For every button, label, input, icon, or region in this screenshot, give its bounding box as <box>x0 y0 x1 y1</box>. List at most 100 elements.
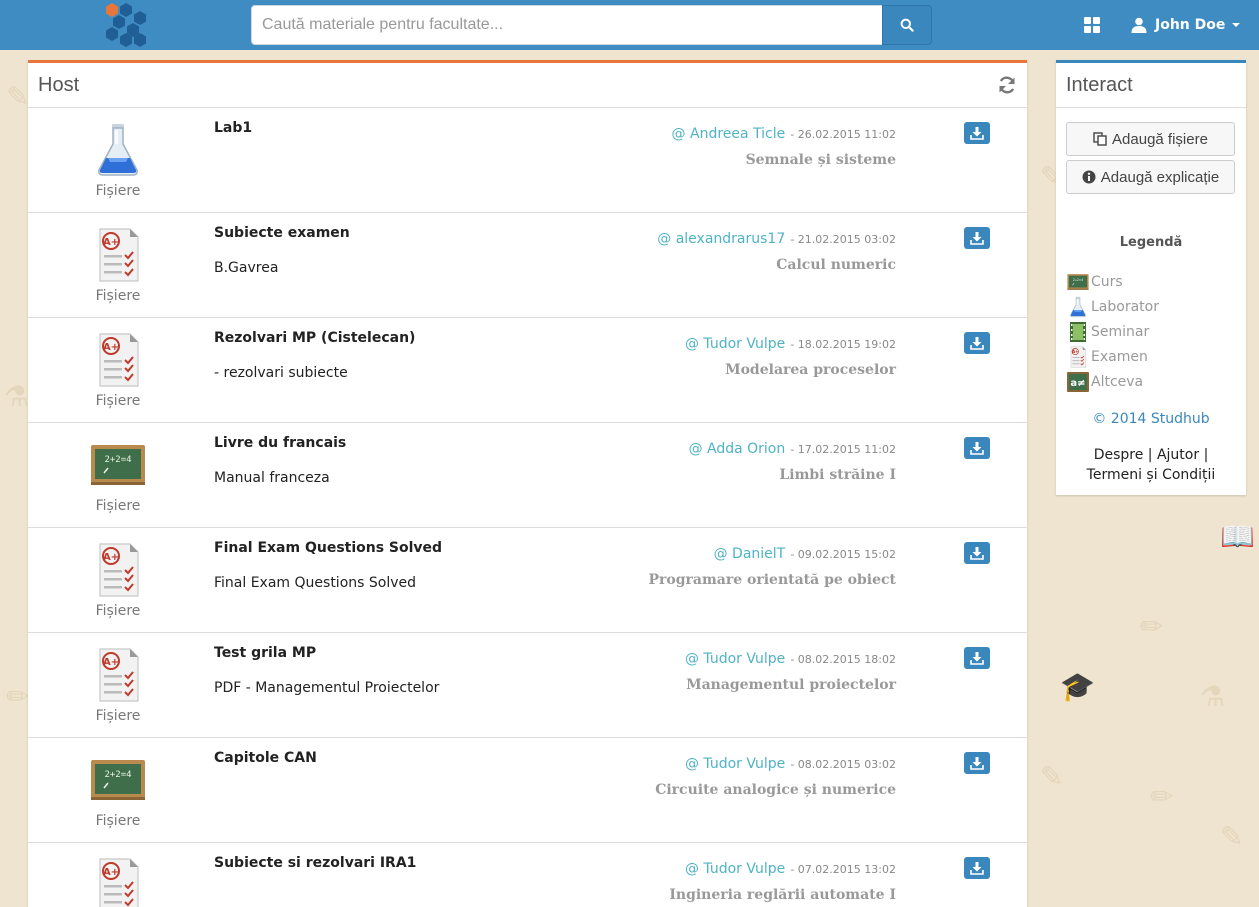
material-title[interactable]: Capitole CAN <box>214 750 317 766</box>
exam-sheet-icon: A+ <box>1066 346 1090 368</box>
search-input[interactable] <box>251 5 883 45</box>
panel-header: Host <box>28 63 1027 108</box>
legend-label: Seminar <box>1091 324 1150 340</box>
search-button[interactable] <box>882 5 932 45</box>
svg-text:2+2=4: 2+2=4 <box>104 770 131 780</box>
svg-text:2+2=4: 2+2=4 <box>104 455 131 465</box>
material-row[interactable]: A+ Fișiere Final Exam Questions Solved Fina… <box>28 528 1027 633</box>
chalkboard-icon[interactable]: 2+2=4 <box>90 752 146 808</box>
subject-link[interactable]: Programare orientată pe obiect <box>648 572 896 588</box>
material-type-label: Fișiere <box>95 183 141 199</box>
material-description: PDF - Managementul Proiectelor <box>214 680 440 696</box>
svg-text:2+2=4: 2+2=4 <box>1073 278 1084 282</box>
refresh-icon[interactable] <box>997 75 1017 95</box>
legend-label: Examen <box>1091 349 1148 365</box>
material-type-label: Fișiere <box>95 813 141 829</box>
exam-sheet-icon[interactable]: A+ <box>90 542 146 598</box>
chalkboard-icon[interactable]: 2+2=4 <box>90 437 146 493</box>
background-doodle: ✏ <box>1150 780 1174 813</box>
download-button[interactable] <box>964 647 990 669</box>
subject-link[interactable]: Semnale și sisteme <box>746 152 896 168</box>
subject-link[interactable]: Managementul proiectelor <box>686 677 896 693</box>
download-button[interactable] <box>964 122 990 144</box>
material-description: Final Exam Questions Solved <box>214 575 417 591</box>
material-row[interactable]: A+FișiereSubiecte si rezolvari IRA1@ Tud… <box>28 843 1027 907</box>
author-link[interactable]: @ Adda Orion <box>689 441 786 457</box>
background-doodle: ⚗ <box>1200 680 1226 713</box>
about-link[interactable]: Despre <box>1094 447 1144 463</box>
material-row[interactable]: Fișiere Lab1 @ Andreea Ticle - 26.02.2015 … <box>28 108 1027 213</box>
background-doodle: ✎ <box>1040 760 1064 793</box>
author-link[interactable]: @ Tudor Vulpe <box>685 651 785 667</box>
add-files-button[interactable]: Adaugă fișiere <box>1066 122 1235 156</box>
download-icon <box>970 232 984 245</box>
author-link[interactable]: @ alexandrarus17 <box>657 231 785 247</box>
link-separator: | <box>1147 447 1153 463</box>
exam-sheet-icon[interactable]: A+ <box>90 857 146 907</box>
upload-date: - 08.02.2015 18:02 <box>790 653 896 666</box>
laboratory-flask-icon[interactable] <box>90 122 146 178</box>
material-type-label: Fișiere <box>95 498 141 514</box>
author-link[interactable]: @ Tudor Vulpe <box>685 336 785 352</box>
author-link[interactable]: @ DanielT <box>714 546 786 562</box>
download-button[interactable] <box>964 752 990 774</box>
download-icon <box>970 127 984 140</box>
material-description: Manual franceza <box>214 470 330 486</box>
material-title[interactable]: Subiecte si rezolvari IRA1 <box>214 855 416 871</box>
svg-text:A+: A+ <box>1072 349 1078 354</box>
download-button[interactable] <box>964 542 990 564</box>
material-row[interactable]: A+ Fișiere Rezolvari MP (Cistelecan) - rezo… <box>28 318 1027 423</box>
author-link[interactable]: @ Tudor Vulpe <box>685 861 785 877</box>
material-row[interactable]: A+ Fișiere Subiecte examen B.Gavrea @ alexan… <box>28 213 1027 318</box>
subject-link[interactable]: Limbi străine I <box>779 467 896 483</box>
download-button[interactable] <box>964 227 990 249</box>
apps-grid-icon[interactable] <box>1084 17 1100 33</box>
material-row[interactable]: A+ Fișiere Test grila MP PDF - Managementul… <box>28 633 1027 738</box>
download-icon <box>970 862 984 875</box>
exam-sheet-icon[interactable]: A+ <box>90 332 146 388</box>
exam-sheet-icon[interactable]: A+ <box>90 227 146 283</box>
author-link[interactable]: @ Andreea Ticle <box>672 126 786 142</box>
ax-board-icon: a≠ <box>1066 371 1090 393</box>
svg-text:A+: A+ <box>103 237 119 248</box>
legend-title: Legendă <box>1119 235 1183 250</box>
subject-link[interactable]: Calcul numeric <box>776 257 896 273</box>
subject-link[interactable]: Ingineria reglării automate I <box>669 887 896 903</box>
exam-sheet-icon[interactable]: A+ <box>90 647 146 703</box>
material-title[interactable]: Livre du francais <box>214 435 346 451</box>
material-title[interactable]: Test grila MP <box>214 645 316 661</box>
upload-date: - 18.02.2015 19:02 <box>790 338 896 351</box>
author-link[interactable]: @ Tudor Vulpe <box>685 756 785 772</box>
material-meta: @ Tudor Vulpe - 08.02.2015 03:02 <box>685 753 896 772</box>
add-explanation-button[interactable]: Adaugă explicație <box>1066 160 1235 194</box>
terms-link[interactable]: Termeni și Condiții <box>1087 467 1216 483</box>
upload-date: - 21.02.2015 03:02 <box>790 233 896 246</box>
subject-link[interactable]: Modelarea proceselor <box>725 362 896 378</box>
download-button[interactable] <box>964 332 990 354</box>
help-link[interactable]: Ajutor <box>1157 447 1199 463</box>
material-row[interactable]: 2+2=4 Fișiere Capitole CAN @ Tudor Vulpe - … <box>28 738 1027 843</box>
subject-link[interactable]: Circuite analogice și numerice <box>655 782 896 798</box>
interact-sidebar: Interact Adaugă fișiere Adaugă explicați… <box>1056 60 1246 495</box>
material-title[interactable]: Rezolvari MP (Cistelecan) <box>214 330 415 346</box>
material-meta: @ Tudor Vulpe - 08.02.2015 18:02 <box>685 648 896 667</box>
download-button[interactable] <box>964 437 990 459</box>
material-title[interactable]: Subiecte examen <box>214 225 350 241</box>
top-navbar: John Doe <box>0 0 1259 50</box>
material-title[interactable]: Lab1 <box>214 120 252 136</box>
footer-links: Despre | Ajutor | Termeni și Condiții <box>1056 445 1246 485</box>
material-description: - rezolvari subiecte <box>214 365 348 381</box>
download-button[interactable] <box>964 857 990 879</box>
svg-text:A+: A+ <box>103 342 119 353</box>
copyright-link[interactable]: © 2014 Studhub <box>1056 411 1246 427</box>
material-row[interactable]: 2+2=4 Fișiere Livre du francais Manual fran… <box>28 423 1027 528</box>
studhub-logo[interactable] <box>100 3 150 49</box>
laboratory-flask-icon <box>1066 296 1090 318</box>
background-doodle: 🎓 <box>1060 670 1095 703</box>
user-menu-dropdown[interactable]: John Doe <box>1131 14 1241 36</box>
materials-list: Fișiere Lab1 @ Andreea Ticle - 26.02.2015 … <box>28 108 1027 907</box>
background-doodle: ✎ <box>1220 820 1244 853</box>
upload-date: - 17.02.2015 11:02 <box>790 443 896 456</box>
material-meta: @ alexandrarus17 - 21.02.2015 03:02 <box>657 228 896 247</box>
material-title[interactable]: Final Exam Questions Solved <box>214 540 442 556</box>
